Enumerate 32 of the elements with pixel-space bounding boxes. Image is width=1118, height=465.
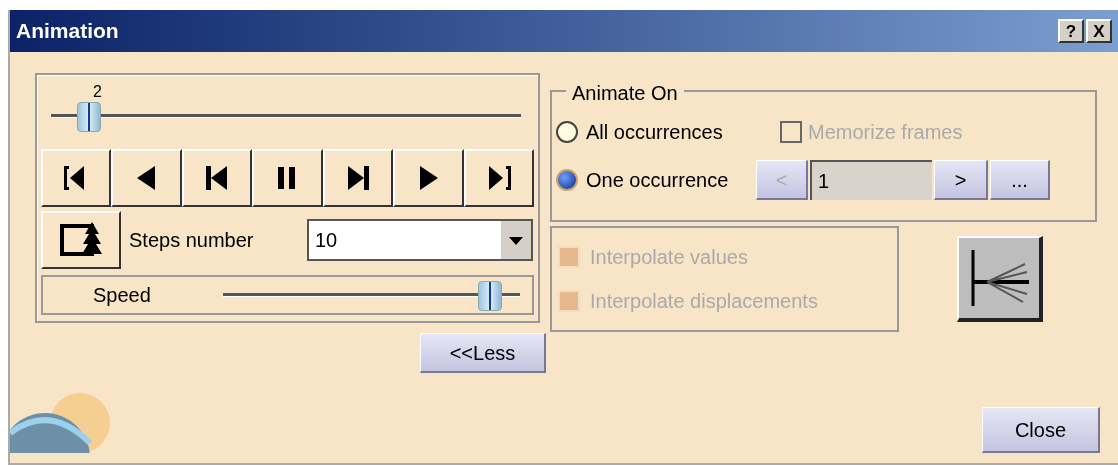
transport-button[interactable] <box>181 149 253 207</box>
speed-label: Speed <box>93 283 152 308</box>
help-button[interactable]: ? <box>1058 19 1084 43</box>
radio-button[interactable] <box>556 169 578 191</box>
radio-label: One occurrence <box>586 168 730 193</box>
speed-slider-thumb[interactable] <box>478 281 503 311</box>
transport-button[interactable] <box>463 149 534 207</box>
dismiss-button[interactable]: Close <box>982 407 1100 453</box>
frame-slider-thumb[interactable] <box>76 102 101 132</box>
occurrence-field[interactable]: 1 <box>810 160 932 200</box>
transport-button[interactable] <box>41 149 112 207</box>
radio-button[interactable] <box>556 121 578 143</box>
radio-label: All occurrences <box>586 120 724 145</box>
steps-label: Steps number <box>129 228 255 253</box>
title-close-button[interactable]: X <box>1086 19 1112 43</box>
next-button[interactable]: > <box>934 160 988 200</box>
transport-button[interactable] <box>252 149 323 207</box>
less-button[interactable]: <<Less <box>420 333 546 373</box>
trajectory-button[interactable] <box>957 236 1043 322</box>
checkbox-label: Interpolate displacements <box>590 289 818 314</box>
checkbox-label: Interpolate values <box>590 245 748 270</box>
more-button[interactable]: ... <box>990 160 1050 200</box>
steps-dropdown[interactable]: 10 <box>307 219 533 261</box>
frame-tree-icon <box>60 222 102 258</box>
transport-button[interactable] <box>393 149 464 207</box>
transport-button[interactable] <box>111 149 182 207</box>
window-title: Animation <box>16 18 119 45</box>
steps-button[interactable] <box>41 211 121 269</box>
transport-button[interactable] <box>322 149 394 207</box>
caret-icon <box>501 221 531 259</box>
frame-reading: 2 <box>93 83 103 101</box>
checkbox-label: Memorize frames <box>808 120 963 145</box>
